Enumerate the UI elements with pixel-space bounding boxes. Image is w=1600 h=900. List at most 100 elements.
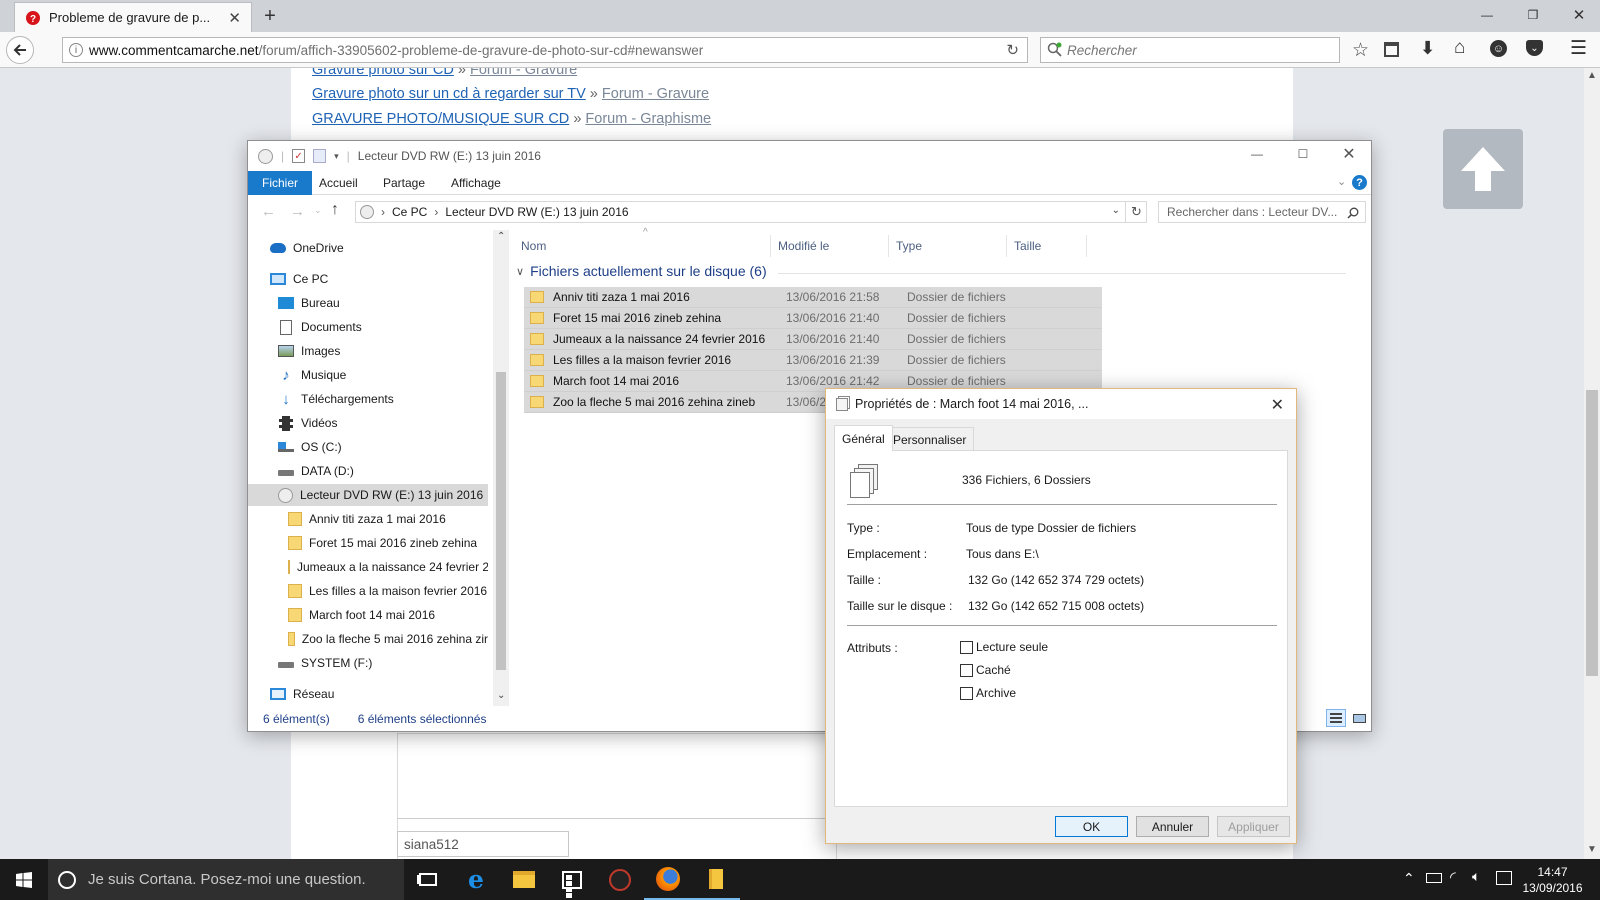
nav-item-system-f[interactable]: SYSTEM (F:) — [278, 652, 372, 674]
hello-chat-icon[interactable]: ☺ — [1490, 40, 1507, 57]
tab-close-icon[interactable]: ✕ — [228, 9, 241, 27]
new-tab-button[interactable]: + — [258, 4, 282, 28]
browser-tab[interactable]: ? Probleme de gravure de p... ✕ — [14, 2, 252, 32]
nav-pane-scrollbar-thumb[interactable] — [496, 372, 506, 670]
ribbon-tab-accueil[interactable]: Accueil — [319, 171, 358, 195]
wifi-icon[interactable]: ◜ — [1450, 868, 1456, 886]
nav-item-this-pc[interactable]: Ce PC — [270, 268, 328, 290]
url-bar[interactable]: i www.commentcamarche.net/forum/affich-3… — [62, 37, 1028, 63]
taskbar-file-explorer[interactable] — [500, 859, 548, 900]
ok-button[interactable]: OK — [1055, 816, 1128, 837]
taskbar-open-folder[interactable] — [692, 859, 740, 900]
taskbar-store[interactable] — [548, 859, 596, 900]
related-link-1[interactable]: Gravure photo sur CD » Forum - Gravure — [312, 68, 577, 78]
start-button[interactable] — [0, 859, 48, 900]
nav-item-onedrive[interactable]: OneDrive — [270, 237, 344, 259]
nav-subfolder[interactable]: March foot 14 mai 2016 — [288, 604, 488, 626]
tab-personnaliser[interactable]: Personnaliser — [885, 427, 975, 451]
breadcrumb-this-pc[interactable]: Ce PC — [392, 205, 427, 219]
recent-locations-icon[interactable]: ⌄ — [314, 205, 322, 216]
volume-icon[interactable]: 🔈︎ — [1472, 868, 1480, 885]
large-icons-view-icon[interactable] — [1350, 710, 1368, 726]
details-view-icon[interactable] — [1326, 709, 1346, 727]
file-row[interactable]: Foret 15 mai 2016 zineb zehina 13/06/201… — [524, 308, 1102, 329]
breadcrumb-dvd-drive[interactable]: Lecteur DVD RW (E:) 13 juin 2016 — [445, 205, 628, 219]
column-header-size[interactable]: Taille — [1007, 235, 1087, 257]
scroll-up-arrow-icon[interactable]: ▲ — [1587, 70, 1597, 81]
explorer-search-field[interactable]: Rechercher dans : Lecteur DV... — [1158, 201, 1366, 223]
apply-button[interactable]: Appliquer — [1217, 816, 1290, 837]
browser-close-button[interactable]: ✕ — [1556, 0, 1600, 30]
nav-item-musique[interactable]: ♪ Musique — [278, 364, 346, 386]
scroll-to-top-button[interactable] — [1443, 129, 1523, 209]
explorer-maximize-button[interactable]: ☐ — [1280, 141, 1326, 167]
nav-item-dvd-drive[interactable]: Lecteur DVD RW (E:) 13 juin 2016 — [248, 484, 488, 506]
nav-item-telechargements[interactable]: ↓ Téléchargements — [278, 388, 393, 410]
browser-minimize-button[interactable]: ― — [1464, 0, 1510, 30]
column-header-name[interactable]: Nom — [514, 235, 771, 257]
menu-hamburger-icon[interactable]: ☰ — [1570, 39, 1587, 58]
scroll-down-arrow-icon[interactable]: ▼ — [1587, 844, 1597, 855]
site-info-icon[interactable]: i — [69, 43, 83, 57]
download-icon[interactable]: ⬇ — [1420, 38, 1435, 59]
back-button[interactable] — [6, 36, 34, 64]
reload-icon[interactable]: ↻ — [1006, 41, 1019, 59]
nav-up-icon[interactable]: ↑ — [331, 201, 339, 219]
nav-subfolder[interactable]: Anniv titi zaza 1 mai 2016 — [288, 508, 488, 530]
nav-item-documents[interactable]: Documents — [278, 316, 362, 338]
nav-subfolder[interactable]: Zoo la fleche 5 mai 2016 zehina zir — [288, 628, 488, 650]
taskbar-edge[interactable]: e — [452, 859, 500, 900]
ribbon-tab-fichier[interactable]: Fichier — [248, 171, 313, 195]
browser-search-bar[interactable]: Rechercher — [1040, 37, 1340, 63]
properties-close-button[interactable]: ✕ — [1271, 395, 1284, 415]
readonly-checkbox[interactable]: Lecture seule — [960, 640, 1048, 654]
ribbon-expand-icon[interactable]: ⌄ — [1337, 175, 1346, 188]
taskbar-media-app[interactable] — [596, 859, 644, 900]
refresh-icon[interactable]: ↻ — [1125, 201, 1147, 223]
bookmark-star-icon[interactable]: ☆ — [1352, 39, 1369, 62]
nav-subfolder[interactable]: Foret 15 mai 2016 zineb zehina — [288, 532, 488, 554]
nav-item-bureau[interactable]: Bureau — [278, 292, 340, 314]
nav-item-videos[interactable]: Vidéos — [278, 412, 337, 434]
nav-item-data-d[interactable]: DATA (D:) — [278, 460, 354, 482]
nav-subfolder[interactable]: Jumeaux a la naissance 24 fevrier 2 — [288, 556, 488, 578]
show-hidden-icons-chevron-icon[interactable]: ⌃ — [1403, 870, 1415, 887]
page-scrollbar-thumb[interactable] — [1586, 390, 1598, 676]
reading-list-icon[interactable] — [1384, 42, 1399, 57]
taskbar-firefox[interactable] — [644, 859, 692, 900]
file-row[interactable]: Les filles a la maison fevrier 2016 13/0… — [524, 350, 1102, 371]
related-link-2[interactable]: Gravure photo sur un cd à regarder sur T… — [312, 86, 709, 102]
nav-item-reseau[interactable]: Réseau — [270, 683, 334, 705]
system-clock[interactable]: 14:47 13/09/2016 — [1505, 859, 1600, 900]
hidden-checkbox[interactable]: Caché — [960, 663, 1011, 677]
archive-checkbox[interactable]: Archive — [960, 686, 1016, 700]
file-row[interactable]: Anniv titi zaza 1 mai 2016 13/06/2016 21… — [524, 287, 1102, 308]
related-link-3[interactable]: GRAVURE PHOTO/MUSIQUE SUR CD » Forum - G… — [312, 111, 711, 127]
task-view-button[interactable] — [404, 859, 452, 900]
address-dropdown-icon[interactable]: ⌄ — [1112, 205, 1120, 216]
battery-power-icon[interactable] — [1426, 873, 1442, 883]
nav-forward-icon[interactable]: → — [290, 203, 305, 220]
cortana-search-box[interactable]: Je suis Cortana. Posez-moi une question. — [48, 859, 404, 900]
ribbon-tab-affichage[interactable]: Affichage — [451, 171, 501, 195]
column-header-modified[interactable]: Modifié le — [771, 235, 889, 257]
pocket-icon[interactable]: ⌄ — [1526, 40, 1543, 56]
nav-subfolder[interactable]: Les filles a la maison fevrier 2016 — [288, 580, 488, 602]
explorer-minimize-button[interactable]: ― — [1234, 141, 1280, 167]
page-scrollbar[interactable]: ▲ ▼ — [1584, 68, 1600, 859]
nav-item-images[interactable]: Images — [278, 340, 340, 362]
chevron-down-icon[interactable]: ⌄ — [497, 690, 505, 701]
nav-back-icon[interactable]: ← — [261, 203, 276, 220]
ribbon-tab-partage[interactable]: Partage — [383, 171, 425, 195]
explorer-close-button[interactable]: ✕ — [1326, 141, 1372, 167]
tab-general[interactable]: Général — [834, 425, 893, 451]
quick-access-dropdown-icon[interactable]: ▾ — [334, 151, 339, 162]
nav-pane-scrollbar[interactable]: ⌃ ⌄ — [493, 230, 509, 706]
chevron-up-icon[interactable]: ⌃ — [497, 231, 505, 242]
new-folder-quick-icon[interactable] — [313, 149, 327, 163]
help-icon[interactable]: ? — [1352, 175, 1367, 190]
group-header[interactable]: ∨ Fichiers actuellement sur le disque (6… — [516, 263, 767, 279]
nav-item-os-c[interactable]: OS (C:) — [278, 436, 342, 458]
username-field[interactable]: siana512 — [397, 831, 569, 857]
column-header-type[interactable]: Type — [889, 235, 1007, 257]
